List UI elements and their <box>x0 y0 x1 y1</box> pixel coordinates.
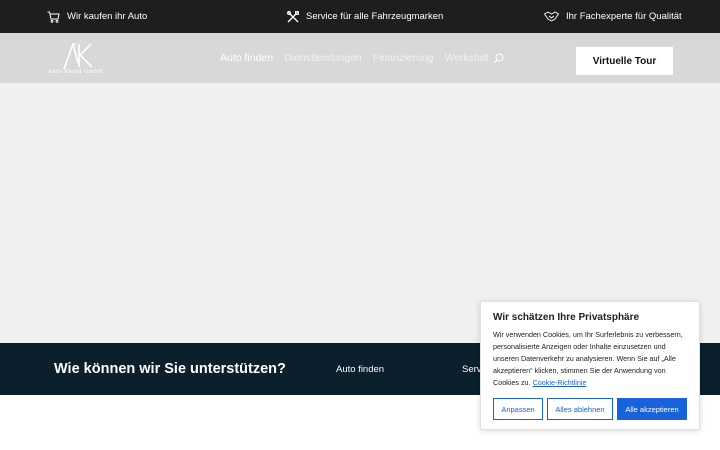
search-icon[interactable] <box>493 53 504 64</box>
topbar-item-quality[interactable]: Ihr Fachexperte für Qualität <box>544 0 682 33</box>
nav-item-werkstatt[interactable]: Werkstatt <box>444 52 488 64</box>
cookie-button-row: Anpassen Alles ablehnen Alle akzeptieren <box>493 398 687 420</box>
topbar-item-buy-car[interactable]: Wir kaufen ihr Auto <box>47 0 147 33</box>
tools-icon <box>287 10 299 22</box>
support-heading: Wie können wir Sie unterstützen? <box>54 361 286 377</box>
virtual-tour-button[interactable]: Virtuelle Tour <box>576 47 673 75</box>
cart-icon <box>47 11 60 23</box>
band-link-service[interactable]: Serv <box>462 343 482 395</box>
main-header: Auto König GmbH Auto finden Dienstleistu… <box>0 33 720 83</box>
cookie-title: Wir schätzen Ihre Privatsphäre <box>493 312 640 323</box>
cookie-body: Wir verwenden Cookies, um Ihr Surferlebn… <box>493 330 683 387</box>
cookie-text: Wir verwenden Cookies, um Ihr Surferlebn… <box>493 329 687 389</box>
nav-item-dienstleistungen[interactable]: Dienstleistungen <box>284 52 362 64</box>
accept-all-button[interactable]: Alle akzeptieren <box>617 398 687 420</box>
nav-item-auto-finden[interactable]: Auto finden <box>220 52 273 64</box>
cookie-policy-link[interactable]: Cookie-Richtlinie <box>533 378 587 387</box>
topbar-item-label: Service für alle Fahrzeugmarken <box>306 11 444 22</box>
customize-button[interactable]: Anpassen <box>493 398 543 420</box>
cookie-consent-dialog: Wir schätzen Ihre Privatsphäre Wir verwe… <box>480 301 700 430</box>
main-nav: Auto finden Dienstleistungen Finanzierun… <box>220 33 504 83</box>
topbar-item-label: Ihr Fachexperte für Qualität <box>566 11 682 22</box>
handshake-icon <box>544 11 559 22</box>
band-link-auto-finden[interactable]: Auto finden <box>336 343 384 395</box>
topbar-item-label: Wir kaufen ihr Auto <box>67 11 148 22</box>
reject-all-button[interactable]: Alles ablehnen <box>547 398 613 420</box>
logo-caption: Auto König GmbH <box>48 69 104 75</box>
nav-item-finanzierung[interactable]: Finanzierung <box>373 52 434 64</box>
topbar-item-service[interactable]: Service für alle Fahrzeugmarken <box>287 0 443 33</box>
top-info-bar: Wir kaufen ihr Auto Service für alle Fah… <box>0 0 720 33</box>
